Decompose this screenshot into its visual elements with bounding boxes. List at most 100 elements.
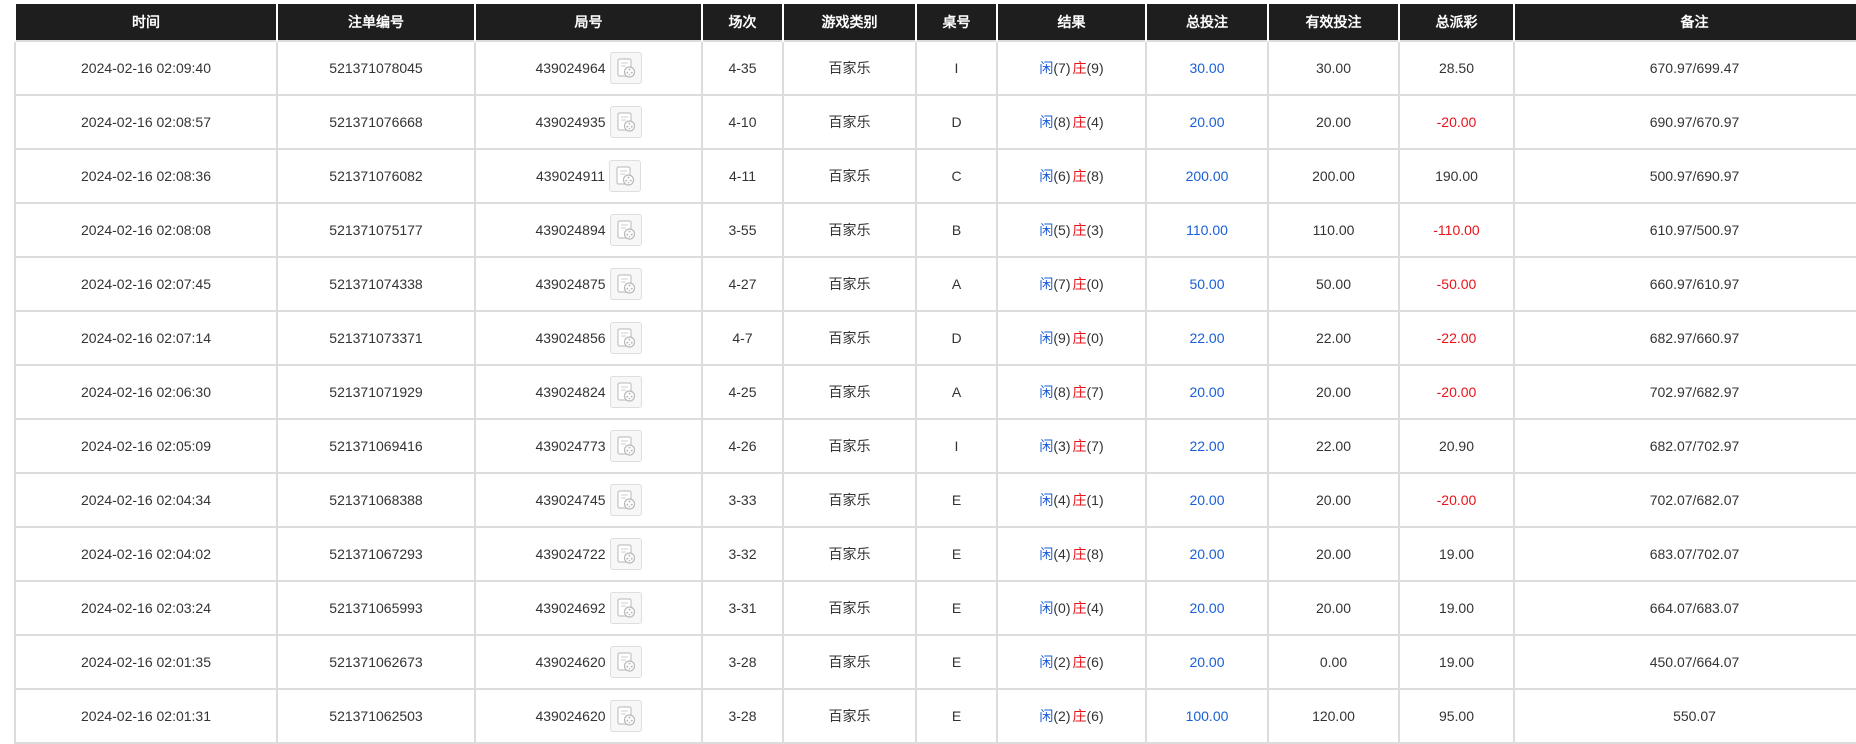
bet-id-cell: 521371076668	[276, 94, 476, 150]
payout-cell: -50.00	[1398, 256, 1515, 312]
replay-video-icon[interactable]	[609, 592, 642, 624]
round-id-value: 439024722	[535, 546, 606, 562]
payout-cell: 28.50	[1398, 40, 1515, 96]
replay-video-icon[interactable]	[609, 214, 642, 246]
banker-result-label: 庄	[1072, 654, 1087, 670]
total-bet-cell: 100.00	[1145, 688, 1269, 744]
column-header-round-id: 局号	[474, 4, 703, 41]
payout-cell: 19.00	[1398, 580, 1515, 636]
time-cell: 2024-02-16 02:05:09	[14, 418, 278, 474]
total-bet-cell: 200.00	[1145, 148, 1269, 204]
table-row: 2024-02-16 02:08:57 521371076668 439024935…	[14, 94, 1856, 150]
round-id-value: 439024824	[535, 384, 606, 400]
banker-result-value: (7)	[1086, 438, 1104, 454]
time-cell: 2024-02-16 02:08:57	[14, 94, 278, 150]
replay-video-icon[interactable]	[609, 52, 642, 84]
replay-video-icon[interactable]	[609, 700, 642, 732]
time-cell: 2024-02-16 02:08:08	[14, 202, 278, 258]
table-row: 2024-02-16 02:03:24 521371065993 439024692…	[14, 580, 1856, 636]
payout-cell: -110.00	[1398, 202, 1515, 258]
replay-video-icon[interactable]	[609, 106, 642, 138]
round-id-value: 439024856	[535, 330, 606, 346]
bet-id-cell: 521371073371	[276, 310, 476, 366]
total-bet-cell: 20.00	[1145, 472, 1269, 528]
session-cell: 3-31	[701, 580, 784, 636]
time-cell: 2024-02-16 02:09:40	[14, 40, 278, 96]
game-type-cell: 百家乐	[782, 634, 917, 690]
player-result-label: 闲	[1039, 492, 1054, 508]
player-result-label: 闲	[1039, 546, 1054, 562]
player-result-value: (2)	[1053, 654, 1071, 670]
column-header-total-bet: 总投注	[1145, 4, 1269, 41]
banker-result-value: (4)	[1086, 114, 1104, 130]
replay-video-icon[interactable]	[609, 430, 642, 462]
valid-bet-cell: 120.00	[1267, 688, 1400, 744]
note-cell: 664.07/683.07	[1513, 580, 1856, 636]
result-cell: 闲(8) 庄(7)	[996, 364, 1147, 420]
replay-video-icon[interactable]	[609, 646, 642, 678]
player-result-label: 闲	[1039, 114, 1054, 130]
player-result-value: (6)	[1053, 168, 1071, 184]
round-id-value: 439024745	[535, 492, 606, 508]
round-id-value: 439024692	[535, 600, 606, 616]
game-type-cell: 百家乐	[782, 40, 917, 96]
banker-result-label: 庄	[1072, 330, 1087, 346]
banker-result-value: (8)	[1086, 546, 1104, 562]
time-cell: 2024-02-16 02:04:02	[14, 526, 278, 582]
total-bet-cell: 22.00	[1145, 418, 1269, 474]
player-result-label: 闲	[1039, 60, 1054, 76]
player-result-value: (8)	[1053, 114, 1071, 130]
banker-result-label: 庄	[1072, 222, 1087, 238]
payout-cell: 20.90	[1398, 418, 1515, 474]
replay-video-icon[interactable]	[609, 376, 642, 408]
note-cell: 682.97/660.97	[1513, 310, 1856, 366]
round-id-value: 439024620	[535, 708, 606, 724]
payout-cell: 19.00	[1398, 526, 1515, 582]
result-cell: 闲(4) 庄(8)	[996, 526, 1147, 582]
replay-video-icon[interactable]	[609, 484, 642, 516]
banker-result-label: 庄	[1072, 438, 1087, 454]
table-row: 2024-02-16 02:04:02 521371067293 439024722…	[14, 526, 1856, 582]
round-id-cell: 439024620	[474, 688, 703, 744]
valid-bet-cell: 20.00	[1267, 472, 1400, 528]
note-cell: 702.07/682.07	[1513, 472, 1856, 528]
total-bet-cell: 30.00	[1145, 40, 1269, 96]
player-result-label: 闲	[1039, 438, 1054, 454]
banker-result-value: (8)	[1086, 168, 1104, 184]
result-cell: 闲(9) 庄(0)	[996, 310, 1147, 366]
bet-id-cell: 521371076082	[276, 148, 476, 204]
table-no-cell: D	[915, 94, 998, 150]
payout-cell: -20.00	[1398, 94, 1515, 150]
total-bet-cell: 20.00	[1145, 94, 1269, 150]
bet-id-cell: 521371078045	[276, 40, 476, 96]
game-type-cell: 百家乐	[782, 148, 917, 204]
player-result-value: (4)	[1053, 546, 1071, 562]
column-header-result: 结果	[996, 4, 1147, 41]
column-header-session: 场次	[701, 4, 784, 41]
bet-id-cell: 521371075177	[276, 202, 476, 258]
player-result-value: (8)	[1053, 384, 1071, 400]
column-header-valid-bet: 有效投注	[1267, 4, 1400, 41]
payout-cell: 95.00	[1398, 688, 1515, 744]
note-cell: 670.97/699.47	[1513, 40, 1856, 96]
player-result-label: 闲	[1039, 654, 1054, 670]
player-result-value: (9)	[1053, 330, 1071, 346]
player-result-label: 闲	[1039, 600, 1054, 616]
table-row: 2024-02-16 02:07:14 521371073371 439024856…	[14, 310, 1856, 366]
table-row: 2024-02-16 02:04:34 521371068388 439024745…	[14, 472, 1856, 528]
game-type-cell: 百家乐	[782, 418, 917, 474]
table-no-cell: A	[915, 256, 998, 312]
session-cell: 4-27	[701, 256, 784, 312]
replay-video-icon[interactable]	[609, 538, 642, 570]
replay-video-icon[interactable]	[609, 160, 642, 192]
session-cell: 3-28	[701, 634, 784, 690]
valid-bet-cell: 110.00	[1267, 202, 1400, 258]
bet-id-cell: 521371067293	[276, 526, 476, 582]
bet-id-cell: 521371065993	[276, 580, 476, 636]
table-row: 2024-02-16 02:01:31 521371062503 439024620…	[14, 688, 1856, 744]
replay-video-icon[interactable]	[609, 268, 642, 300]
round-id-cell: 439024935	[474, 94, 703, 150]
replay-video-icon[interactable]	[609, 322, 642, 354]
round-id-value: 439024875	[535, 276, 606, 292]
table-header-row: 时间 注单编号 局号 场次 游戏类别 桌号 结果 总投注 有效投注 总派彩 备注	[14, 4, 1856, 41]
